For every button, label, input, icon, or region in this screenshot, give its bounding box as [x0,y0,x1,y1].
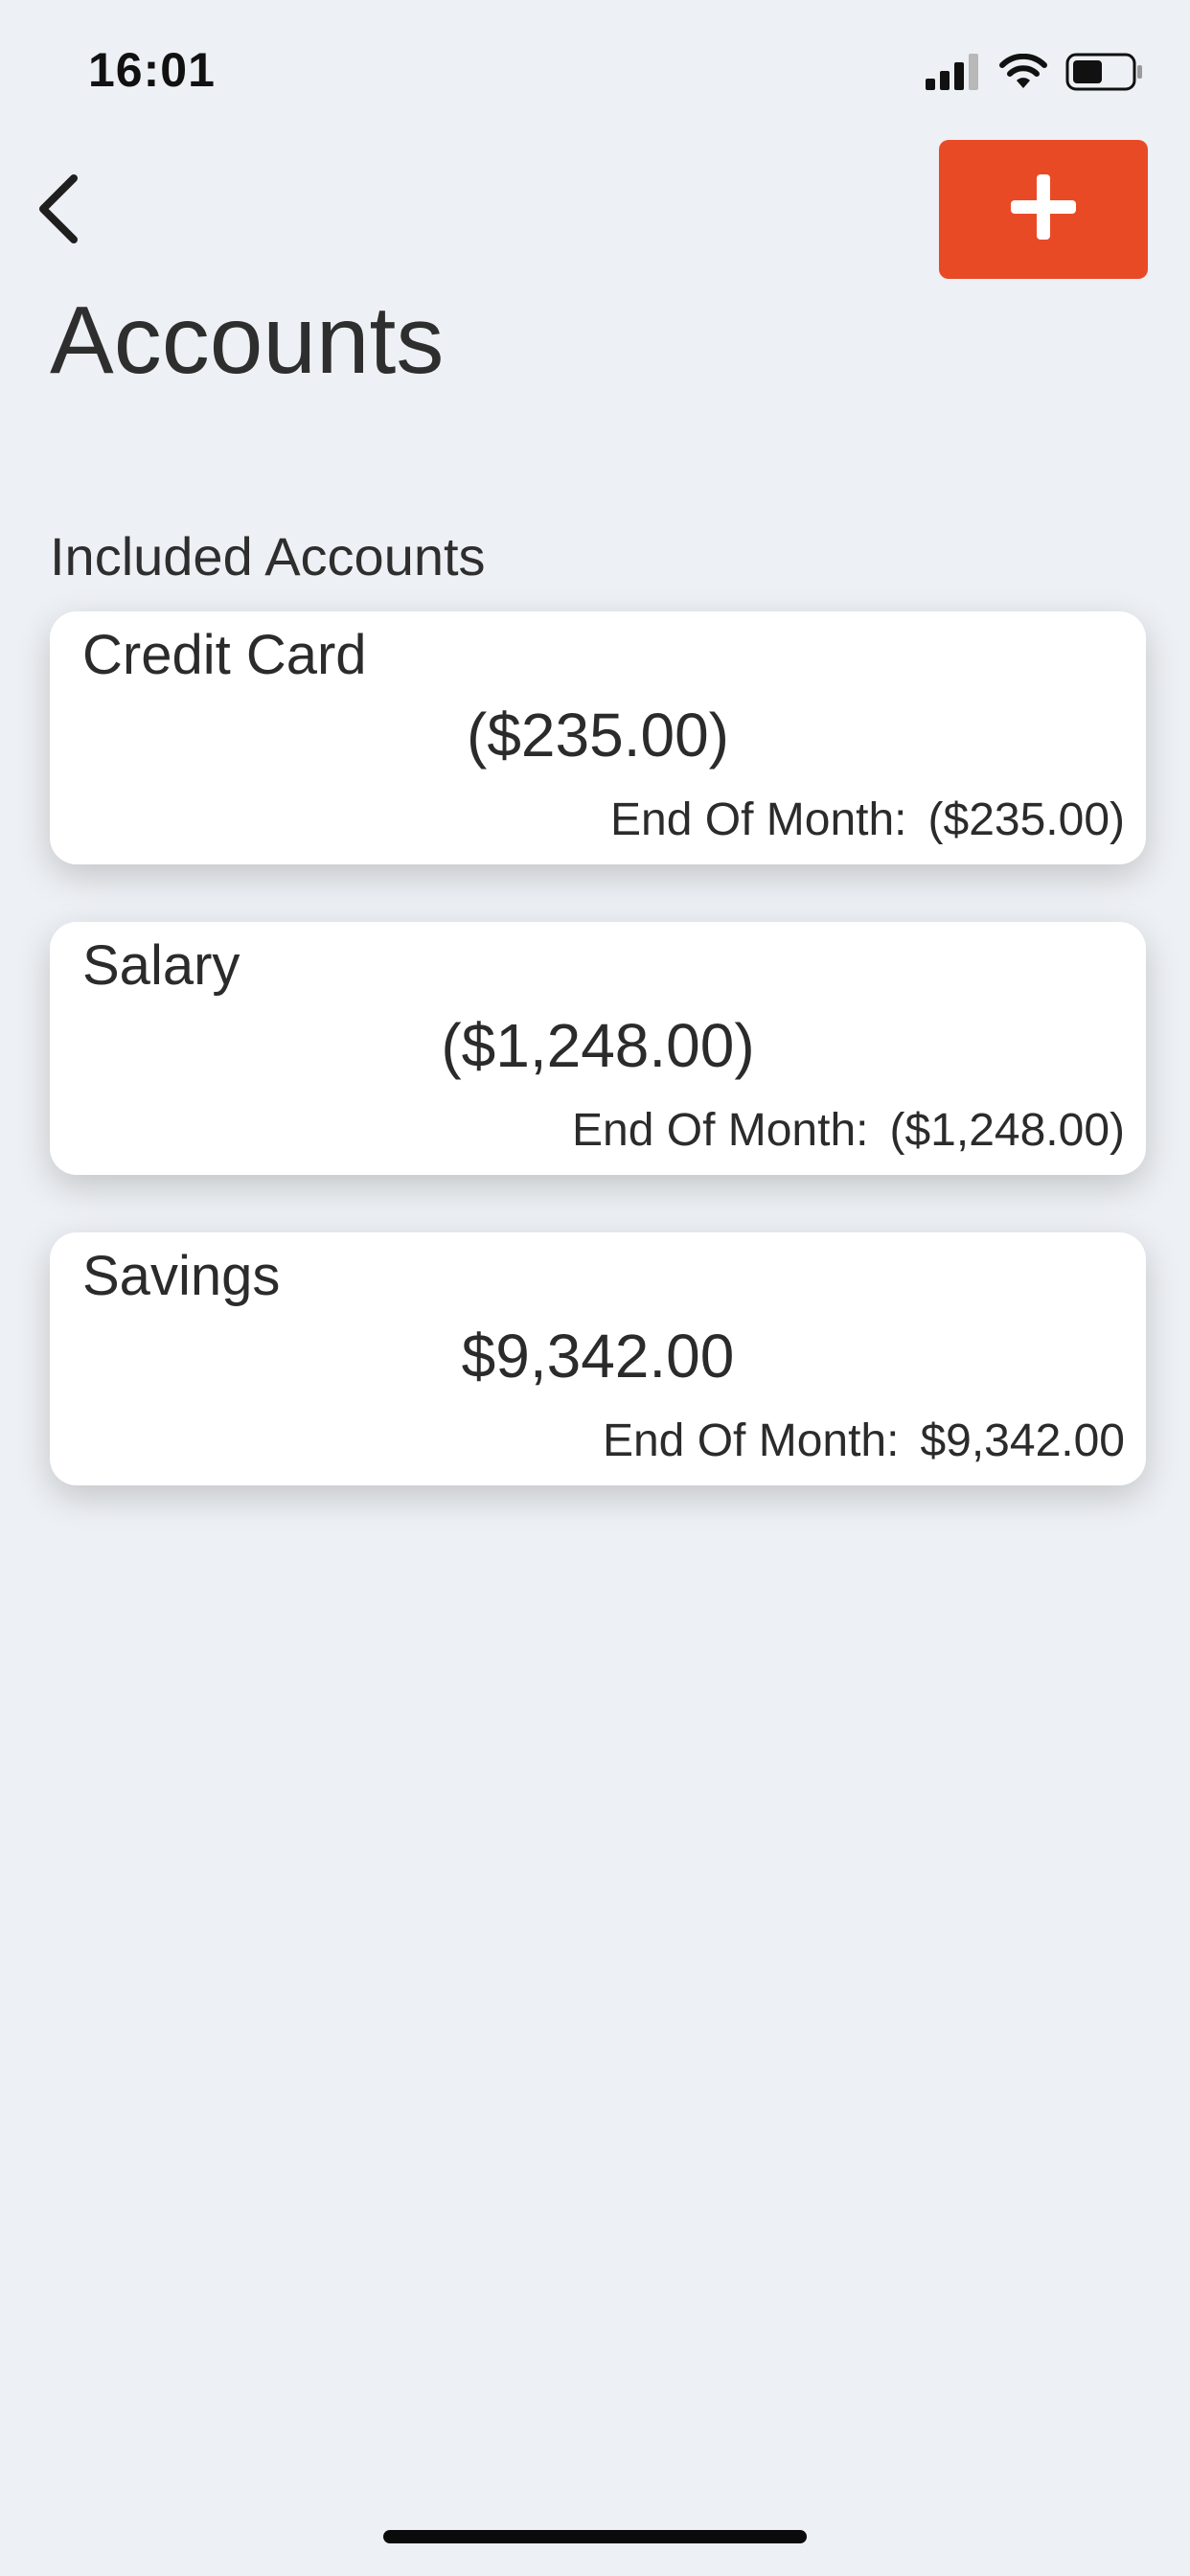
account-card[interactable]: Savings $9,342.00 End Of Month: $9,342.0… [50,1232,1146,1485]
home-indicator[interactable] [383,2530,807,2543]
account-card[interactable]: Salary ($1,248.00) End Of Month: ($1,248… [50,922,1146,1175]
end-of-month-value: ($1,248.00) [889,1105,1125,1156]
page-title: Accounts [50,287,445,394]
section-header: Included Accounts [50,526,486,586]
end-of-month-label: End Of Month: [610,794,907,845]
account-balance: ($235.00) [467,701,729,770]
signal-icon [926,54,981,95]
end-of-month-value: $9,342.00 [920,1415,1125,1466]
end-of-month: End Of Month: ($235.00) [610,794,1125,846]
account-balance: $9,342.00 [461,1322,735,1391]
account-balance: ($1,248.00) [441,1011,755,1080]
end-of-month: End Of Month: $9,342.00 [603,1414,1125,1467]
end-of-month: End Of Month: ($1,248.00) [572,1104,1125,1157]
wifi-icon [998,53,1048,95]
battery-icon [1065,53,1144,96]
back-button[interactable] [19,168,96,254]
account-name: Salary [82,934,240,997]
end-of-month-value: ($235.00) [927,794,1125,845]
account-card[interactable]: Credit Card ($235.00) End Of Month: ($23… [50,611,1146,864]
status-bar: 16:01 [0,0,1190,144]
status-icons [926,53,1144,96]
add-account-button[interactable] [939,140,1148,279]
account-name: Savings [82,1245,281,1307]
account-name: Credit Card [82,624,367,686]
end-of-month-label: End Of Month: [571,1105,869,1156]
plus-icon [1007,171,1080,248]
chevron-left-icon [34,172,81,250]
end-of-month-label: End Of Month: [602,1415,900,1466]
status-time: 16:01 [88,43,216,97]
